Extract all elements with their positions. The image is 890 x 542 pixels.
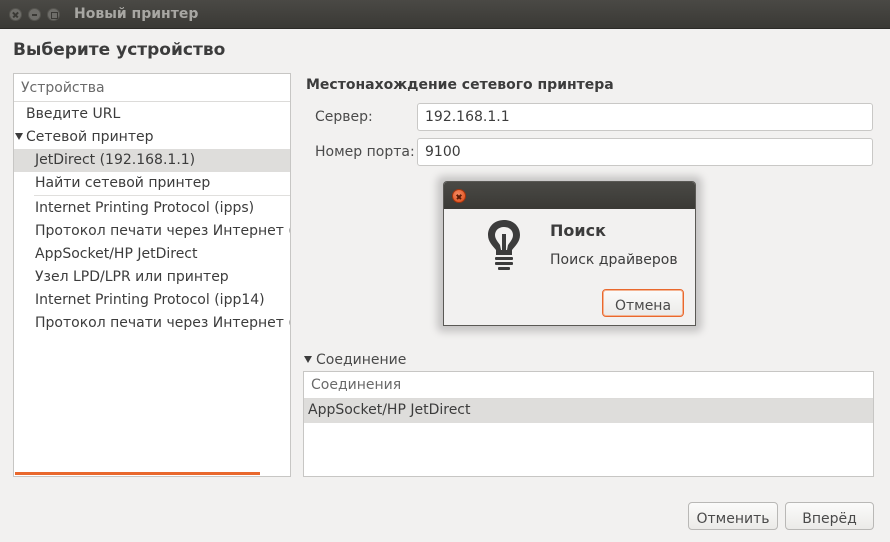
list-item-label: Введите URL (26, 106, 121, 122)
list-item-ipp-http[interactable]: Протокол печати через Интернет (ht (14, 312, 290, 335)
maximize-icon (48, 9, 59, 20)
server-input[interactable]: 192.168.1.1 (417, 103, 873, 131)
connection-expander-label: Соединение (316, 352, 407, 368)
list-item-appsocket[interactable]: AppSocket/HP JetDirect (14, 243, 290, 266)
devices-list-header[interactable]: Устройства (14, 74, 290, 102)
expander-arrow-icon[interactable] (15, 133, 23, 140)
devices-list[interactable]: Устройства Введите URL Сетевой принтер J… (13, 73, 291, 477)
dialog-message: Поиск драйверов (550, 252, 678, 268)
minimize-icon (29, 9, 40, 20)
connections-list[interactable]: Соединения AppSocket/HP JetDirect (303, 371, 874, 477)
lightbulb-icon (488, 220, 520, 270)
list-item-network-printer[interactable]: Сетевой принтер (14, 126, 290, 149)
list-item-label: Сетевой принтер (26, 129, 154, 145)
expander-arrow-icon (304, 356, 312, 363)
title-bar: Новый принтер (0, 0, 890, 29)
cancel-button[interactable]: Отменить (688, 502, 778, 530)
list-item-label: AppSocket/HP JetDirect (35, 246, 198, 262)
port-input[interactable]: 9100 (417, 138, 873, 166)
list-separator (34, 195, 290, 196)
list-item-label: Протокол печати через Интернет (ht (35, 315, 290, 331)
list-item-label: Internet Printing Protocol (ipp14) (35, 292, 265, 308)
progress-indicator (15, 472, 260, 475)
window-close-button[interactable] (9, 8, 22, 21)
window-title: Новый принтер (74, 6, 199, 22)
server-label: Сервер: (315, 109, 373, 125)
list-item-label: Internet Printing Protocol (ipps) (35, 200, 255, 216)
list-item-label: JetDirect (192.168.1.1) (35, 152, 196, 168)
port-label: Номер порта: (315, 144, 415, 160)
forward-button[interactable]: Вперёд (785, 502, 874, 530)
search-dialog: Поиск Поиск драйверов Отмена (443, 181, 696, 326)
window-minimize-button[interactable] (28, 8, 41, 21)
list-item-lpd[interactable]: Узел LPD/LPR или принтер (14, 266, 290, 289)
list-item-label: Найти сетевой принтер (35, 175, 211, 191)
connection-expander[interactable]: Соединение (304, 352, 406, 368)
list-item-find-network-printer[interactable]: Найти сетевой принтер (14, 172, 290, 195)
dialog-close-button[interactable] (452, 189, 466, 203)
list-item-enter-url[interactable]: Введите URL (14, 103, 290, 126)
list-item-jetdirect[interactable]: JetDirect (192.168.1.1) (14, 149, 290, 172)
page-title: Выберите устройство (13, 40, 226, 60)
list-item-ipp-https[interactable]: Протокол печати через Интернет (ip (14, 220, 290, 243)
dialog-title-bar (444, 182, 695, 209)
dialog-cancel-button[interactable]: Отмена (602, 289, 684, 317)
dialog-heading: Поиск (550, 221, 606, 240)
close-icon (10, 9, 21, 20)
list-item-label: Протокол печати через Интернет (ip (35, 223, 290, 239)
list-item-ipp14[interactable]: Internet Printing Protocol (ipp14) (14, 289, 290, 312)
list-item-ipps[interactable]: Internet Printing Protocol (ipps) (14, 197, 290, 220)
table-row[interactable]: AppSocket/HP JetDirect (304, 399, 873, 423)
location-section-title: Местонахождение сетевого принтера (306, 77, 614, 93)
window-maximize-button[interactable] (47, 8, 60, 21)
connections-list-header[interactable]: Соединения (304, 372, 873, 399)
list-item-label: Узел LPD/LPR или принтер (35, 269, 229, 285)
